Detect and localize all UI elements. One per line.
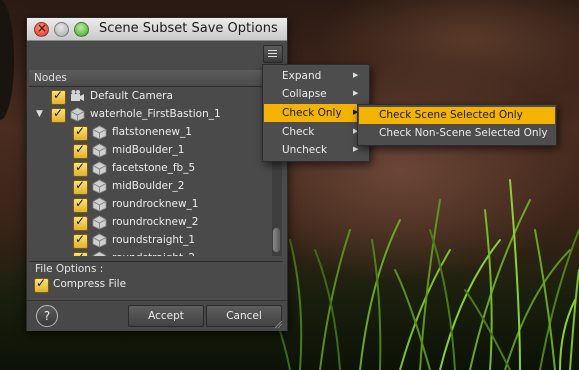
cube-icon bbox=[92, 251, 107, 256]
node-checkbox[interactable] bbox=[73, 232, 88, 249]
options-context-menu: Expand ▶ Collapse ▶ Check Only ▶ Check ▶… bbox=[262, 64, 370, 162]
node-checkbox[interactable] bbox=[51, 106, 66, 123]
nodes-header[interactable]: Nodes bbox=[29, 70, 263, 87]
dialog-button-bar: ? Accept Cancel bbox=[27, 300, 287, 331]
tree-row[interactable]: flatstonenew_1 bbox=[29, 124, 269, 142]
tree-row[interactable]: ▼ waterhole_FirstBastion_1 bbox=[29, 106, 269, 124]
node-label: midBoulder_2 bbox=[112, 180, 185, 192]
node-label: facetstone_fb_5 bbox=[112, 162, 196, 174]
tree-row[interactable]: midBoulder_2 bbox=[29, 178, 269, 196]
window-title: Scene Subset Save Options bbox=[99, 21, 278, 36]
zoom-window-button[interactable] bbox=[74, 22, 89, 37]
submenu-arrow-icon: ▶ bbox=[353, 89, 359, 97]
menu-item-check[interactable]: Check ▶ bbox=[264, 123, 368, 141]
cube-icon bbox=[92, 179, 107, 194]
expand-triangle-icon[interactable]: ▼ bbox=[36, 109, 43, 119]
node-checkbox[interactable] bbox=[73, 142, 88, 159]
node-label: roundstraight_2 bbox=[112, 252, 195, 256]
scrollbar-thumb[interactable] bbox=[273, 228, 280, 252]
menu-item-check-scene-selected-only[interactable]: Check Scene Selected Only bbox=[359, 107, 555, 124]
menu-lines-icon bbox=[268, 50, 277, 51]
minimize-window-button[interactable] bbox=[54, 22, 69, 37]
node-checkbox[interactable] bbox=[73, 196, 88, 213]
tree-row[interactable]: roundstraight_2 bbox=[29, 250, 269, 256]
tree-row[interactable]: midBoulder_1 bbox=[29, 142, 269, 160]
submenu-arrow-icon: ▶ bbox=[353, 71, 359, 79]
node-label: roundrocknew_2 bbox=[112, 216, 199, 228]
node-label: roundstraight_1 bbox=[112, 234, 196, 246]
check-only-submenu: Check Scene Selected Only Check Non-Scen… bbox=[357, 104, 557, 146]
node-checkbox[interactable] bbox=[51, 88, 66, 105]
cube-icon bbox=[92, 197, 107, 212]
node-checkbox[interactable] bbox=[73, 214, 88, 231]
submenu-arrow-icon: ▶ bbox=[353, 145, 359, 153]
compress-file-label: Compress File bbox=[53, 278, 127, 290]
cube-icon bbox=[92, 215, 107, 230]
menu-item-collapse[interactable]: Collapse ▶ bbox=[264, 85, 368, 103]
node-checkbox[interactable] bbox=[73, 160, 88, 177]
cube-icon bbox=[92, 143, 107, 158]
menu-item-check-only[interactable]: Check Only ▶ bbox=[264, 104, 368, 122]
tree-row[interactable]: roundrocknew_1 bbox=[29, 196, 269, 214]
menu-item-check-non-scene-selected-only[interactable]: Check Non-Scene Selected Only bbox=[359, 125, 555, 142]
node-label: roundrocknew_1 bbox=[112, 198, 199, 210]
node-checkbox[interactable] bbox=[73, 178, 88, 195]
menu-item-uncheck[interactable]: Uncheck ▶ bbox=[264, 141, 368, 159]
compress-file-option[interactable]: Compress File bbox=[29, 276, 283, 296]
tree-row[interactable]: Default Camera bbox=[29, 88, 269, 106]
tree-row[interactable]: roundrocknew_2 bbox=[29, 214, 269, 232]
accept-button[interactable]: Accept bbox=[128, 305, 204, 327]
close-window-button[interactable] bbox=[34, 21, 49, 37]
options-menu-button[interactable] bbox=[263, 45, 283, 63]
resize-grip-icon[interactable] bbox=[273, 319, 283, 329]
compress-file-checkbox[interactable] bbox=[34, 276, 49, 293]
node-checkbox[interactable] bbox=[73, 124, 88, 141]
cube-icon bbox=[92, 233, 107, 248]
menu-item-expand[interactable]: Expand ▶ bbox=[264, 67, 368, 85]
title-bar[interactable]: Scene Subset Save Options bbox=[27, 18, 287, 41]
node-label: midBoulder_1 bbox=[112, 144, 185, 156]
tree-row[interactable]: facetstone_fb_5 bbox=[29, 160, 269, 178]
cube-icon bbox=[70, 107, 85, 122]
node-label: waterhole_FirstBastion_1 bbox=[90, 108, 221, 120]
cube-icon bbox=[92, 125, 107, 140]
nodes-tree: Default Camera ▼ waterhole_FirstBastion_… bbox=[29, 88, 271, 256]
file-options-header: File Options : bbox=[29, 261, 283, 276]
node-checkbox[interactable] bbox=[73, 250, 88, 256]
node-label: Default Camera bbox=[90, 90, 173, 102]
tree-row[interactable]: roundstraight_1 bbox=[29, 232, 269, 250]
cube-icon bbox=[92, 161, 107, 176]
cancel-button[interactable]: Cancel bbox=[206, 305, 282, 327]
scene-subset-save-dialog: Scene Subset Save Options Nodes Default … bbox=[26, 17, 288, 331]
help-button[interactable]: ? bbox=[36, 305, 58, 327]
node-label: flatstonenew_1 bbox=[112, 126, 192, 138]
camera-icon bbox=[71, 90, 84, 101]
